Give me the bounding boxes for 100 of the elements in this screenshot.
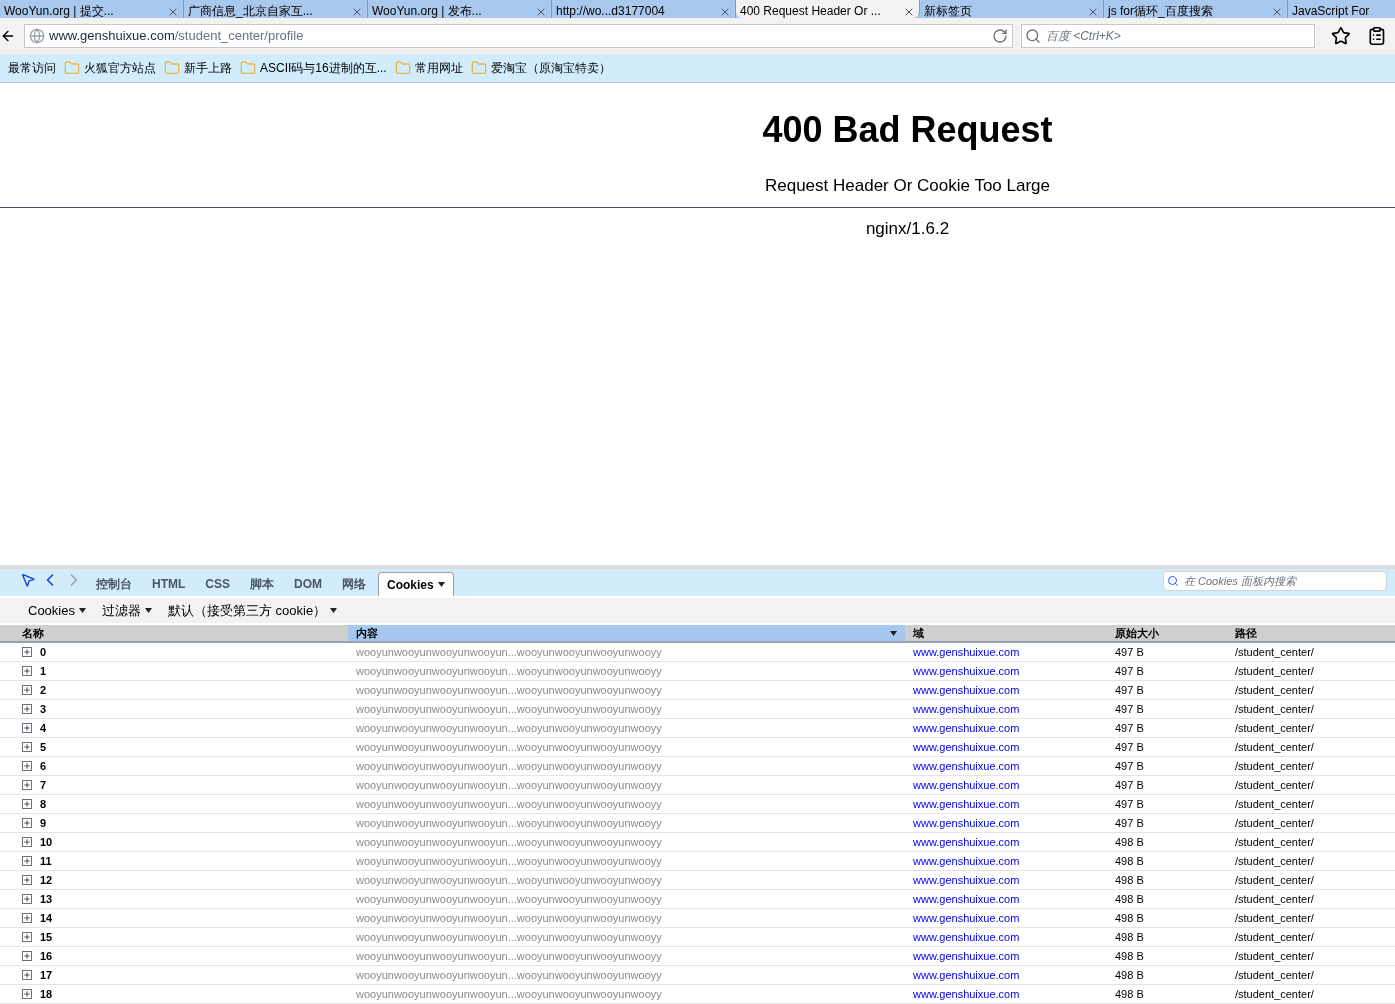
expand-icon[interactable] (22, 913, 32, 923)
cookie-path: /student_center/ (1234, 682, 1315, 698)
expand-icon[interactable] (22, 951, 32, 961)
expand-icon[interactable] (22, 723, 32, 733)
cookie-domain: www.genshuixue.com (912, 682, 1021, 698)
cookie-size: 498 B (1114, 910, 1145, 926)
bookmark-item[interactable]: 爱淘宝（原淘宝特卖） (470, 59, 611, 77)
cookie-name: 10 (40, 834, 53, 850)
panel-tab[interactable]: 脚本 (242, 572, 282, 597)
cookie-value: wooyunwooyunwooyunwooyun...wooyunwooyunwooyunwooyy (355, 777, 663, 793)
cookie-domain: www.genshuixue.com (912, 853, 1021, 869)
cookie-name: 13 (40, 891, 53, 907)
column-header[interactable]: 内容 (348, 625, 905, 641)
star-icon[interactable] (1331, 26, 1352, 46)
panel-tab[interactable]: 网络 (334, 572, 374, 597)
expand-icon[interactable] (22, 856, 32, 866)
close-icon[interactable] (1271, 6, 1283, 18)
search-icon (1024, 28, 1041, 44)
panel-tab[interactable]: DOM (286, 572, 330, 597)
cookie-path: /student_center/ (1234, 663, 1315, 679)
cookie-domain: www.genshuixue.com (912, 701, 1021, 717)
cookie-path: /student_center/ (1234, 853, 1315, 869)
address-bar[interactable]: www.genshuixue.com/student_center/profile (24, 24, 1013, 48)
expand-icon[interactable] (22, 761, 32, 771)
cookie-path: /student_center/ (1234, 986, 1315, 1002)
expand-icon[interactable] (22, 799, 32, 809)
browser-tab[interactable]: js for循环_百度搜索 (1104, 0, 1288, 18)
panel-tab[interactable]: Cookies (378, 572, 454, 597)
close-icon[interactable] (351, 6, 363, 18)
inspect-icon[interactable] (20, 572, 36, 589)
cookie-size: 498 B (1114, 929, 1145, 945)
expand-icon[interactable] (22, 970, 32, 980)
expand-icon[interactable] (22, 666, 32, 676)
back-icon[interactable] (0, 28, 16, 44)
expand-icon[interactable] (22, 704, 32, 714)
cookie-path: /student_center/ (1234, 796, 1315, 812)
expand-icon[interactable] (22, 647, 32, 657)
menu-button[interactable]: 默认（接受第三方 cookie） (167, 600, 338, 621)
cookie-domain: www.genshuixue.com (912, 891, 1021, 907)
cookie-path: /student_center/ (1234, 929, 1315, 945)
expand-icon[interactable] (22, 685, 32, 695)
close-icon[interactable] (1087, 6, 1099, 18)
bookmark-item[interactable]: ASCII码与16进制的互... (240, 59, 387, 77)
caret-icon (437, 582, 445, 588)
expand-icon[interactable] (22, 894, 32, 904)
panel-tab[interactable]: CSS (197, 572, 238, 597)
cookie-size: 498 B (1114, 891, 1145, 907)
expand-icon[interactable] (22, 932, 32, 942)
close-icon[interactable] (535, 6, 547, 18)
column-header[interactable]: 名称 (14, 625, 348, 641)
expand-icon[interactable] (22, 837, 32, 847)
cookie-size: 497 B (1114, 720, 1145, 736)
cookie-path: /student_center/ (1234, 891, 1315, 907)
cookie-name: 3 (40, 701, 47, 717)
cookie-domain: www.genshuixue.com (912, 758, 1021, 774)
cookie-size: 498 B (1114, 834, 1145, 850)
caret-icon (144, 608, 152, 614)
cookie-name: 11 (40, 853, 52, 869)
search-field[interactable]: 百度 <Ctrl+K> (1020, 24, 1316, 48)
folder-icon (394, 60, 411, 76)
expand-icon[interactable] (22, 875, 32, 885)
expand-icon[interactable] (22, 818, 32, 828)
server-version: nginx/1.6.2 (864, 217, 951, 240)
reload-icon[interactable] (991, 28, 1008, 44)
cookie-size: 497 B (1114, 682, 1145, 698)
column-header[interactable]: 路径 (1227, 625, 1395, 641)
cookie-name: 12 (40, 872, 53, 888)
folder-icon (240, 60, 256, 76)
panel-search-field[interactable]: 在 Cookies 面板内搜索 (1163, 571, 1387, 592)
cookie-value: wooyunwooyunwooyunwooyun...wooyunwooyunwooyunwooyy (355, 967, 663, 983)
close-icon[interactable] (719, 6, 731, 18)
column-header[interactable]: 原始大小 (1107, 625, 1227, 641)
cookie-size: 498 B (1114, 986, 1145, 1002)
browser-tab[interactable]: 400 Request Header Or ... (736, 0, 920, 18)
panel-tab[interactable]: HTML (144, 572, 194, 597)
cookie-domain: www.genshuixue.com (912, 796, 1021, 812)
menu-button[interactable]: Cookies (28, 600, 86, 621)
cookie-name: 1 (40, 663, 47, 679)
cookie-value: wooyunwooyunwooyunwooyun...wooyunwooyunwooyunwooyy (355, 910, 663, 926)
expand-icon[interactable] (22, 742, 32, 752)
bookmark-item[interactable]: 常用网址 (394, 59, 463, 77)
globe-icon (29, 28, 45, 44)
cookie-domain: www.genshuixue.com (912, 739, 1021, 755)
reading-list-icon[interactable] (1367, 26, 1387, 46)
cookie-domain: www.genshuixue.com (912, 929, 1021, 945)
expand-icon[interactable] (22, 780, 32, 790)
bookmark-item[interactable]: 新手上路 (164, 59, 232, 77)
panel-tab[interactable]: 控制台 (88, 572, 140, 597)
menu-button[interactable]: 过滤器 (101, 600, 152, 621)
cookie-domain: www.genshuixue.com (912, 777, 1021, 793)
bookmark-item[interactable]: 最常访问 (8, 59, 56, 77)
close-icon[interactable] (167, 6, 179, 18)
cookie-value: wooyunwooyunwooyunwooyun...wooyunwooyunwooyunwooyy (355, 815, 663, 831)
close-icon[interactable] (903, 6, 915, 18)
cookie-value: wooyunwooyunwooyunwooyun...wooyunwooyunwooyunwooyy (355, 739, 663, 755)
cookie-size: 498 B (1114, 853, 1145, 869)
caret-icon (78, 608, 86, 614)
expand-icon[interactable] (22, 989, 32, 999)
column-header[interactable]: 域 (905, 625, 1107, 641)
bookmark-item[interactable]: 火狐官方站点 (64, 59, 156, 77)
